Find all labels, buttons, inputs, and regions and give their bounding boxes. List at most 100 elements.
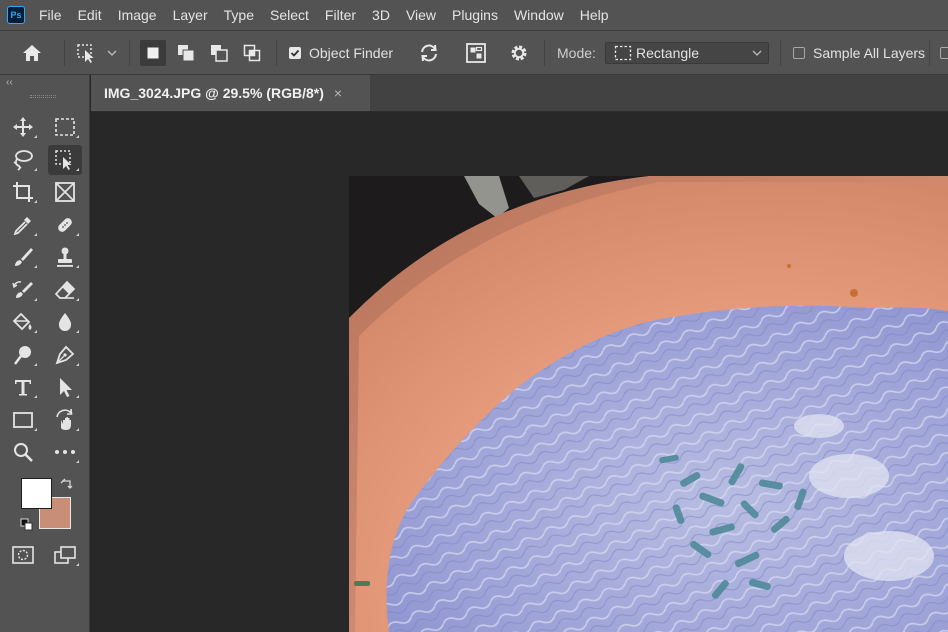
default-colors-icon[interactable] [20, 518, 34, 532]
menu-plugins[interactable]: Plugins [444, 0, 506, 30]
refresh-object-finder-button[interactable] [418, 31, 440, 75]
document-tab[interactable]: IMG_3024.JPG @ 29.5% (RGB/8*) × [91, 75, 370, 111]
checkmark-icon [290, 49, 300, 57]
type-tool[interactable] [6, 372, 40, 402]
new-selection-icon [147, 47, 159, 59]
eraser-tool[interactable] [48, 275, 82, 305]
brush-tool[interactable] [6, 242, 40, 272]
paint-bucket-icon [12, 312, 32, 331]
healing-bandage-icon [58, 218, 72, 232]
menu-type[interactable]: Type [216, 0, 262, 30]
quick-mask-icon [12, 546, 34, 564]
add-to-selection-button[interactable] [173, 40, 199, 66]
eyedropper-tool[interactable] [6, 210, 40, 240]
show-all-objects-button[interactable] [465, 31, 487, 75]
menu-view[interactable]: View [398, 0, 444, 30]
document-tab-strip: IMG_3024.JPG @ 29.5% (RGB/8*) × [91, 75, 948, 112]
menu-3d[interactable]: 3D [364, 0, 398, 30]
clone-stamp-tool[interactable] [48, 242, 82, 272]
pasta-bowl-photo [349, 176, 948, 632]
hand-rotate-icon [56, 408, 73, 430]
menu-file[interactable]: File [35, 0, 70, 30]
paint-bucket-tool[interactable] [6, 307, 40, 337]
spot-healing-brush-tool[interactable] [48, 210, 82, 240]
crop-icon [13, 182, 33, 202]
hard-edge-checkbox[interactable] [940, 47, 948, 59]
type-icon [15, 380, 31, 396]
eyedropper-icon [13, 217, 31, 236]
add-to-selection-icon [178, 45, 195, 62]
magnifier-icon [14, 443, 33, 462]
object-finder-label[interactable]: Object Finder [309, 45, 393, 61]
dodge-tool[interactable] [6, 340, 40, 370]
subtract-from-selection-button[interactable] [206, 40, 232, 66]
intersect-selection-icon [243, 44, 261, 62]
rectangular-marquee-icon [55, 118, 75, 136]
menu-help[interactable]: Help [572, 0, 617, 30]
options-bar: Object Finder Mode: Rectangle Sample All… [0, 30, 948, 75]
quick-mask-button[interactable] [6, 540, 40, 570]
home-icon [23, 45, 41, 61]
rectangular-marquee-tool[interactable] [48, 112, 82, 142]
pen-tool[interactable] [48, 340, 82, 370]
gear-icon [511, 45, 527, 61]
path-selection-tool[interactable] [48, 372, 82, 402]
menu-edit[interactable]: Edit [70, 0, 110, 30]
history-brush-tool[interactable] [6, 275, 40, 305]
menu-window[interactable]: Window [506, 0, 572, 30]
new-selection-button[interactable] [140, 40, 166, 66]
chevron-down-icon [752, 50, 762, 56]
home-button[interactable] [21, 31, 43, 75]
mode-value: Rectangle [636, 45, 700, 61]
brush-icon [15, 248, 33, 266]
object-selection-preset-icon [77, 44, 94, 63]
sample-all-layers-label[interactable]: Sample All Layers [813, 45, 925, 61]
object-selection-icon [55, 150, 72, 170]
object-overlay-icon [466, 43, 486, 63]
object-finder-settings-button[interactable] [508, 31, 530, 75]
history-brush-icon [12, 281, 33, 298]
lasso-icon [13, 150, 33, 171]
edit-toolbar-button[interactable] [48, 437, 82, 467]
hand-rotate-tool[interactable] [48, 405, 82, 435]
sample-all-layers-checkbox[interactable] [793, 47, 805, 59]
tool-preset-picker[interactable] [76, 31, 117, 75]
foreground-color-swatch[interactable] [21, 478, 52, 509]
swap-colors-icon[interactable] [60, 478, 74, 492]
stamp-icon [57, 247, 73, 267]
document-canvas-image[interactable] [349, 176, 948, 632]
object-selection-tool[interactable] [48, 145, 82, 175]
intersect-selection-button[interactable] [239, 40, 265, 66]
screen-mode-button[interactable] [48, 540, 82, 570]
mode-label: Mode: [557, 45, 596, 61]
path-selection-arrow-icon [60, 378, 72, 397]
pen-icon [55, 345, 75, 365]
document-tab-title[interactable]: IMG_3024.JPG @ 29.5% (RGB/8*) [104, 85, 324, 101]
menu-layer[interactable]: Layer [165, 0, 216, 30]
screen-mode-icon [54, 546, 76, 564]
object-finder-checkbox[interactable] [289, 47, 301, 59]
menu-filter[interactable]: Filter [317, 0, 364, 30]
close-tab-icon[interactable]: × [334, 85, 342, 101]
crop-tool[interactable] [6, 177, 40, 207]
blur-tool[interactable] [48, 307, 82, 337]
photoshop-logo-icon[interactable]: Ps [7, 6, 25, 24]
subtract-from-selection-icon [211, 45, 228, 62]
toolbar-grip[interactable] [30, 95, 56, 98]
frame-tool[interactable] [48, 177, 82, 207]
lasso-tool[interactable] [6, 145, 40, 175]
menu-select[interactable]: Select [262, 0, 317, 30]
mode-select[interactable]: Rectangle [605, 42, 769, 64]
chevron-down-icon [107, 50, 117, 56]
collapse-toolbar-button[interactable]: ‹‹ [0, 75, 89, 89]
refresh-icon [421, 44, 437, 62]
rectangle-shape-icon [13, 412, 33, 428]
menu-bar: Ps File Edit Image Layer Type Select Fil… [0, 0, 948, 30]
move-icon [13, 117, 33, 137]
menu-image[interactable]: Image [110, 0, 165, 30]
rectangle-tool[interactable] [6, 405, 40, 435]
zoom-tool[interactable] [6, 437, 40, 467]
move-tool[interactable] [6, 112, 40, 142]
frame-icon [55, 182, 75, 202]
more-dots-icon [55, 450, 75, 454]
